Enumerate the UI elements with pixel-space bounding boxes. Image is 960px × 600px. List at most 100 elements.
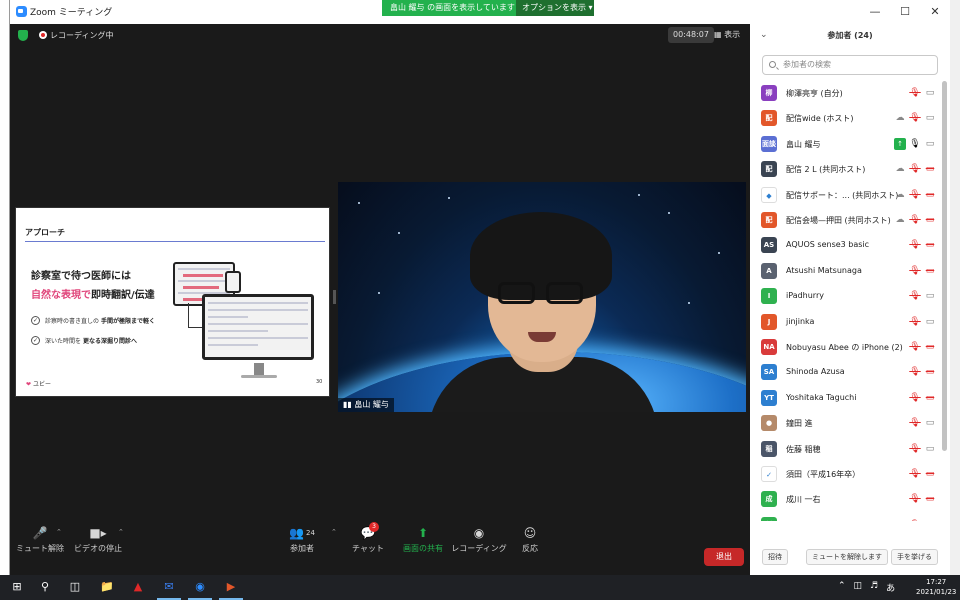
participant-row[interactable]: ✓ 須田（平成16年卒） 🎙 ▭ [750,462,940,487]
participant-name: 配信wide (ホスト) [786,114,854,124]
participant-row[interactable]: 成成川 一右 🎙 ▭ [750,487,940,512]
network-icon[interactable]: ◫ [854,581,863,594]
close-icon[interactable]: ✕ [920,2,950,22]
mic-icon: 🎙 [909,138,921,149]
participant-row[interactable]: 配配信wide (ホスト) ☁ 🎙 ▭ [750,106,940,131]
muted-mic-icon: 🎙 [909,291,921,302]
participant-row[interactable]: IiPadhurry 🎙 ▭ [750,284,940,309]
participants-button[interactable]: 👥 24 参加者 [272,526,332,554]
windows-start-icon[interactable]: ⊞ [9,579,25,595]
participant-name: 佐藤 稲穂 [786,444,821,454]
search-icon[interactable]: ⚲ [37,579,53,595]
zoom-taskbar-icon[interactable]: ◉ [188,579,212,600]
minimize-icon[interactable]: — [860,2,890,22]
muted-mic-icon: 🎙 [909,189,921,200]
muted-mic-icon: 🎙 [909,215,921,225]
scrollbar-thumb[interactable] [942,81,947,451]
participant-row[interactable]: 面談 畠山 耀与 ↑ 🎙 ▭ [750,132,940,157]
participant-row[interactable]: 配配信会場—押田 (共同ホスト) ☁ 🎙 ▭ [750,208,940,233]
system-tray: ⌃ ◫ ♬ あ [838,581,895,594]
participant-avatar: YT [761,389,777,406]
share-banner-text: 畠山 耀与 の画面を表示しています [382,0,516,16]
panel-header: ⌄ 参加者 (24) [750,24,950,48]
security-shield-icon[interactable] [18,30,28,41]
participants-options-chevron-icon[interactable]: ⌃ [331,528,337,536]
participant-avatar: ◆ [761,186,777,203]
task-view-icon[interactable]: ◫ [67,579,83,595]
raise-hand-button[interactable]: 手を挙げる [891,549,938,565]
leave-meeting-button[interactable]: 退出 [704,548,744,566]
share-screen-label: 画面の共有 [403,544,443,553]
participant-row[interactable]: 柳柳澤亮亨 (自分) 🎙 ▭ [750,81,940,106]
participant-row[interactable]: Jjinjinka 🎙 ▭ [750,310,940,335]
slide-brand-logo: ❤ ユビー [26,381,51,388]
view-label: 表示 [724,30,741,39]
check-circle-icon: ✓ [31,336,40,345]
participant-name: Atsushi Matsunaga [786,265,862,275]
zoom-window: Zoom ミーティング — ☐ ✕ 畠山 耀与 の画面を表示しています オプショ… [10,0,950,575]
unmute-label: ミュート解除 [16,544,64,553]
participant-name: 須田（平成16年卒） [786,470,861,479]
unmute-me-button[interactable]: ミュートを解除します [806,549,888,565]
powerpoint-icon[interactable]: ▶ [219,579,243,600]
participant-avatar: I [761,288,777,305]
split-view-handle[interactable] [333,290,336,304]
video-options-chevron-icon[interactable]: ⌃ [118,528,124,536]
participant-row[interactable]: ◆ 配信サポート：... (共同ホスト) ☁ 🎙 ▭ [750,183,940,208]
invite-button[interactable]: 招待 [762,549,788,565]
slide-headline-1: 診察室で待つ医師には [31,271,131,282]
check-circle-icon: ✓ [31,316,40,325]
participant-row[interactable]: SA Shinoda Azusa 🎙 ▭ [750,360,940,385]
slide-headline-2-highlight: 自然な表現で [31,290,91,301]
muted-mic-icon: 🎙 [909,265,921,276]
participant-row[interactable]: ● 鐘田 進 🎙 ▭ [750,411,940,436]
taskbar-clock[interactable]: 17:27 2021/01/23 [916,577,956,597]
participants-count: 24 [306,529,315,537]
file-explorer-icon[interactable]: 📁 [99,579,115,595]
reactions-label: 反応 [522,544,538,553]
clock-time: 17:27 [926,578,947,586]
participant-row[interactable]: YT Yoshitaka Taguchi 🎙 ▭ [750,386,940,411]
participants-label: 参加者 [290,544,314,553]
participant-row[interactable]: AS AQUOS sense3 basic 🎙 ▭ [750,233,940,258]
participants-icon: 👥 24 [289,526,315,540]
video-off-icon: ▭ [925,215,935,225]
view-options-button[interactable]: オプションを表示 ▾ [516,0,594,16]
participant-name: Yoshitaka Taguchi [786,392,857,402]
participant-row[interactable]: 稲佐藤 稲穂 🎙 ▭ [750,437,940,462]
participant-row[interactable]: A Atsushi Matsunaga 🎙 ▭ [750,259,940,284]
volume-icon[interactable]: ♬ [870,581,878,594]
windows-taskbar: ⊞ ⚲ ◫ 📁 ▲ ✉ ◉ ▶ ⌃ ◫ ♬ あ 17:27 2021/01/23 [0,575,960,600]
slide-monitor-large [202,294,314,360]
outlook-icon[interactable]: ✉ [157,579,181,600]
acrobat-icon[interactable]: ▲ [130,579,146,595]
cloud-recording-icon: ☁ [895,164,905,175]
video-off-icon: ▭ [925,342,935,352]
audio-options-chevron-icon[interactable]: ⌃ [56,528,62,536]
participant-name: 村山 公士 [786,520,821,522]
chat-button[interactable]: 💬 チャット [338,526,398,554]
tray-expand-icon[interactable]: ⌃ [838,581,846,594]
muted-mic-icon: 🎙 [909,418,921,429]
muted-mic-icon: 🎙 [909,316,921,327]
panel-title: 参加者 (24) [827,31,873,40]
ime-indicator[interactable]: あ [886,581,895,594]
participant-row[interactable]: 村村山 公士 🎙▭ [750,513,940,521]
speaker-video: ▮▮ 畠山 耀与 [338,182,746,412]
video-camera-icon: ▭ [925,443,935,454]
participant-avatar: ● [761,415,777,432]
chat-unread-badge: 3 [369,522,379,532]
participant-row[interactable]: NA Nobuyasu Abee の iPhone (2) 🎙 ▭ [750,335,940,360]
video-camera-icon: ▭ [924,519,936,521]
video-off-icon: ▭ [925,189,935,200]
view-button[interactable]: ▦ 表示 [714,29,740,40]
participant-search-input[interactable]: 参加者の検索 [762,55,938,75]
share-screen-button[interactable]: ⬆ 画面の共有 [393,526,453,554]
muted-mic-icon: 🎙 [909,519,921,521]
video-camera-icon: ▭ [925,418,935,429]
slide-monitor-base [241,375,277,378]
reactions-button[interactable]: ☺ 反応 [500,526,560,554]
participant-row[interactable]: 配配信 2 L (共同ホスト) ☁ 🎙 ▭ [750,157,940,182]
maximize-icon[interactable]: ☐ [890,2,920,22]
muted-mic-icon: 🎙 [909,342,921,352]
